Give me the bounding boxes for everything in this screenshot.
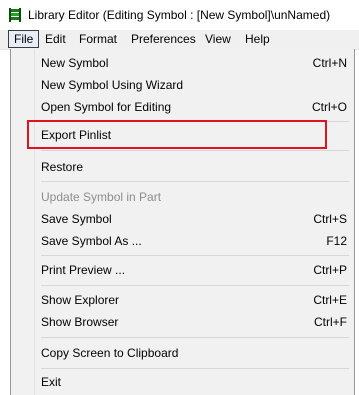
menu-item-label: Export Pinlist [41, 128, 112, 142]
menu-separator [41, 121, 349, 122]
menu-item-show-browser[interactable]: Show Browser Ctrl+F [41, 311, 347, 333]
menu-item-label: New Symbol Using Wizard [41, 78, 184, 92]
menu-item-shortcut: F12 [326, 234, 347, 248]
menu-item-copy-screen[interactable]: Copy Screen to Clipboard [41, 342, 347, 364]
menu-item-update-symbol: Update Symbol in Part [41, 186, 347, 208]
menu-separator [41, 337, 349, 338]
menu-item-label: Save Symbol As ... [41, 234, 142, 248]
menu-item-label: Copy Screen to Clipboard [41, 346, 179, 360]
menu-file[interactable]: File [8, 30, 40, 48]
menu-item-label: Show Explorer [41, 293, 120, 307]
menu-help[interactable]: Help [240, 31, 275, 47]
menu-item-restore[interactable]: Restore [41, 156, 347, 178]
menu-preferences[interactable]: Preferences [126, 31, 201, 47]
menu-item-shortcut: Ctrl+N [312, 56, 347, 70]
menu-item-shortcut: Ctrl+O [311, 100, 347, 114]
menu-separator [41, 255, 349, 256]
menu-item-export-pinlist[interactable]: Export Pinlist [41, 124, 347, 146]
menu-format[interactable]: Format [74, 31, 122, 47]
window-title: Library Editor (Editing Symbol : [New Sy… [28, 8, 331, 22]
menu-item-open-symbol[interactable]: Open Symbol for Editing Ctrl+O [41, 96, 347, 118]
menu-item-label: Save Symbol [41, 212, 112, 226]
menu-item-print-preview[interactable]: Print Preview ... Ctrl+P [41, 259, 347, 281]
menu-item-label: Update Symbol in Part [41, 190, 162, 204]
menu-item-shortcut: Ctrl+P [313, 263, 347, 277]
menu-item-exit[interactable]: Exit [41, 371, 347, 393]
menu-bar: File Edit Format Preferences View Help [0, 30, 359, 50]
menu-item-save-symbol[interactable]: Save Symbol Ctrl+S [41, 208, 347, 230]
menu-separator [41, 368, 349, 369]
file-menu-dropdown: New Symbol Ctrl+N New Symbol Using Wizar… [10, 49, 355, 395]
menu-item-label: Restore [41, 160, 84, 174]
menu-item-label: Show Browser [41, 315, 119, 329]
title-bar: Library Editor (Editing Symbol : [New Sy… [0, 0, 359, 30]
menu-item-new-symbol-wizard[interactable]: New Symbol Using Wizard [41, 74, 347, 96]
menu-separator [41, 181, 349, 182]
menu-view[interactable]: View [200, 31, 236, 47]
menu-separator [41, 285, 349, 286]
menu-item-label: Print Preview ... [41, 263, 126, 277]
menu-item-shortcut: Ctrl+F [314, 315, 347, 329]
menu-item-save-symbol-as[interactable]: Save Symbol As ... F12 [41, 230, 347, 252]
menu-item-shortcut: Ctrl+E [313, 293, 347, 307]
menu-item-show-explorer[interactable]: Show Explorer Ctrl+E [41, 289, 347, 311]
menu-item-label: Open Symbol for Editing [41, 100, 172, 114]
library-editor-app-icon [9, 8, 21, 22]
menu-item-label: Exit [41, 375, 62, 389]
menu-item-shortcut: Ctrl+S [313, 212, 347, 226]
menu-separator [41, 150, 349, 151]
menu-icon-gutter [11, 49, 35, 395]
menu-edit[interactable]: Edit [40, 31, 71, 47]
menu-item-new-symbol[interactable]: New Symbol Ctrl+N [41, 52, 347, 74]
menu-item-label: New Symbol [41, 56, 109, 70]
